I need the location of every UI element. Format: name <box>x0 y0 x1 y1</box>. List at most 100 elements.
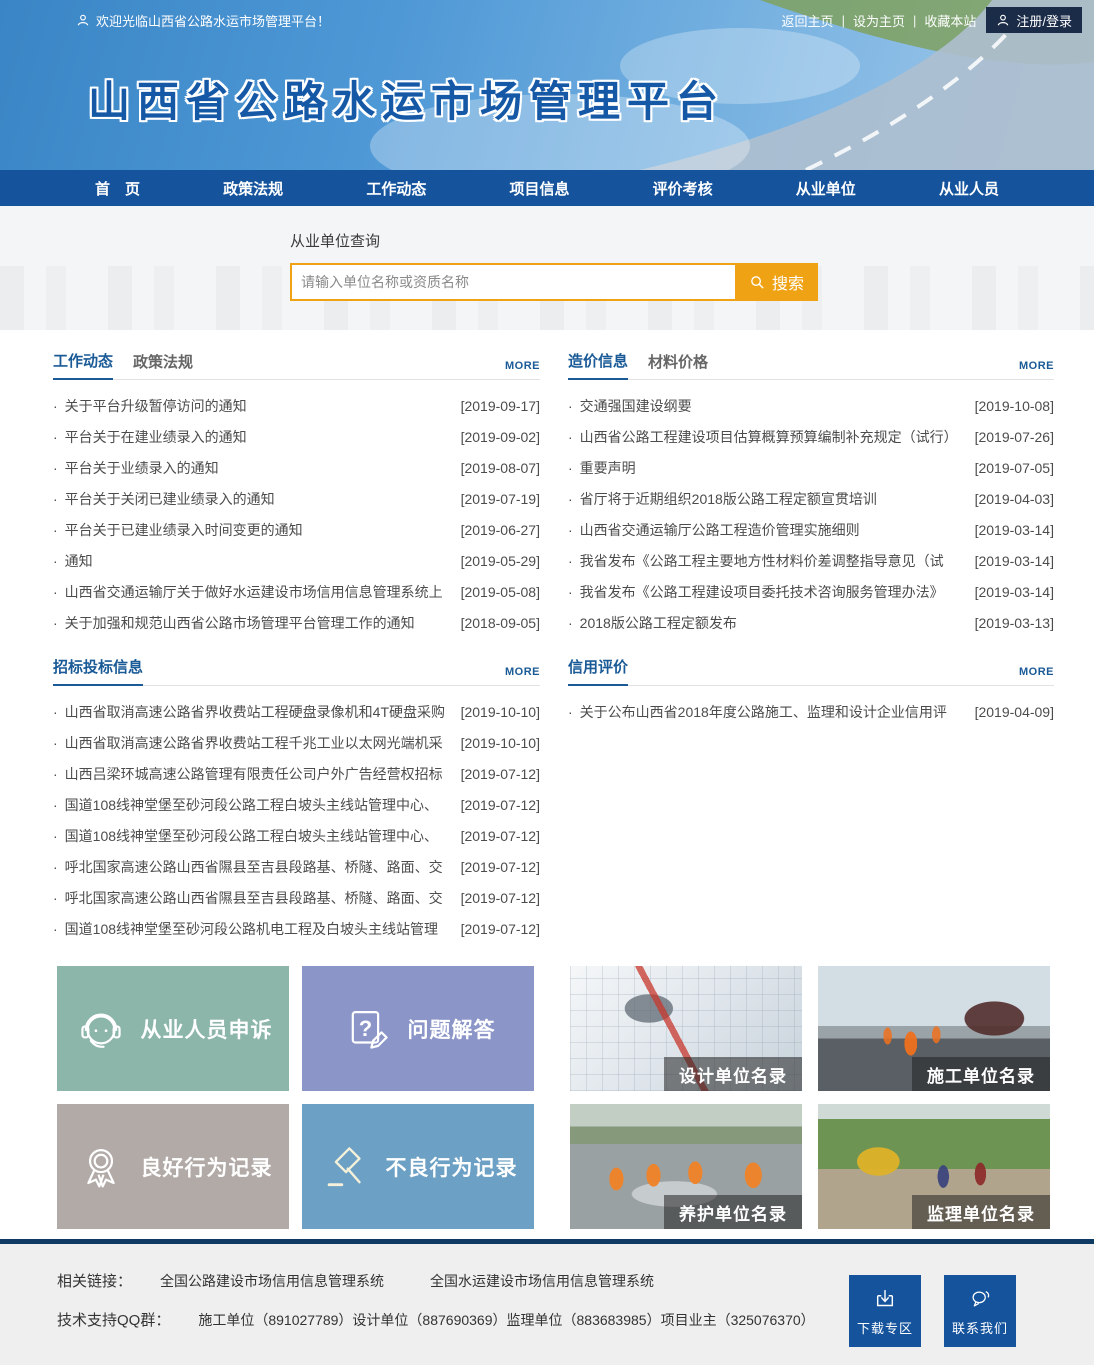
bullet: · <box>53 429 58 445</box>
item-title[interactable]: 关于平台升级暂停访问的通知 <box>65 396 453 416</box>
nav-item[interactable]: 从业人员 <box>939 178 999 199</box>
photo-tile-construction[interactable]: 施工单位名录 <box>818 966 1050 1091</box>
more-link[interactable]: MORE <box>505 360 540 379</box>
list-item[interactable]: ·国道108线神堂堡至砂河段公路工程白坡头主线站管理中心、[2019-07-12… <box>53 789 540 820</box>
item-title[interactable]: 关于公布山西省2018年度公路施工、监理和设计企业信用评 <box>580 702 967 722</box>
list-item[interactable]: ·关于加强和规范山西省公路市场管理平台管理工作的通知[2018-09-05] <box>53 607 540 638</box>
nav-item[interactable]: 工作动态 <box>366 178 426 199</box>
tile-label: 良好行为记录 <box>141 1152 273 1182</box>
list-item[interactable]: ·呼北国家高速公路山西省隰县至吉县段路基、桥隧、路面、交[2019-07-12] <box>53 882 540 913</box>
item-title[interactable]: 省厅将于近期组织2018版公路工程定额宣贯培训 <box>580 489 967 509</box>
list-item[interactable]: ·山西吕梁环城高速公路管理有限责任公司户外广告经营权招标[2019-07-12] <box>53 758 540 789</box>
list-item[interactable]: ·平台关于已建业绩录入时间变更的通知[2019-06-27] <box>53 514 540 545</box>
item-title[interactable]: 平台关于已建业绩录入时间变更的通知 <box>65 520 453 540</box>
bullet: · <box>53 398 58 414</box>
item-title[interactable]: 国道108线神堂堡至砂河段公路工程白坡头主线站管理中心、 <box>65 826 453 846</box>
list-item[interactable]: ·山西省取消高速公路省界收费站工程硬盘录像机和4T硬盘采购[2019-10-10… <box>53 696 540 727</box>
list-item[interactable]: ·平台关于业绩录入的通知[2019-08-07] <box>53 452 540 483</box>
unit-search-input[interactable] <box>290 263 735 301</box>
list-item[interactable]: ·山西省交通运输厅关于做好水运建设市场信用信息管理系统上[2019-05-08] <box>53 576 540 607</box>
photo-tile-design[interactable]: 设计单位名录 <box>570 966 802 1091</box>
section-tab[interactable]: 工作动态 <box>53 350 113 380</box>
action-tiles: 从业人员申诉?问题解答良好行为记录不良行为记录 <box>57 966 534 1229</box>
list-item[interactable]: ·平台关于关闭已建业绩录入的通知[2019-07-19] <box>53 483 540 514</box>
photo-tile-supervision[interactable]: 监理单位名录 <box>818 1104 1050 1229</box>
item-title[interactable]: 2018版公路工程定额发布 <box>580 613 967 633</box>
nav-item[interactable]: 项目信息 <box>509 178 569 199</box>
nav-item[interactable]: 政策法规 <box>223 178 283 199</box>
svg-text:?: ? <box>358 1015 371 1040</box>
medal-icon <box>74 1140 128 1194</box>
item-title[interactable]: 山西省公路工程建设项目估算概算预算编制补充规定（试行） <box>580 427 967 447</box>
more-link[interactable]: MORE <box>1019 360 1054 379</box>
list-item[interactable]: ·国道108线神堂堡至砂河段公路工程白坡头主线站管理中心、[2019-07-12… <box>53 820 540 851</box>
download-zone-button[interactable]: 下载专区 <box>849 1275 921 1347</box>
item-title[interactable]: 国道108线神堂堡至砂河段公路工程白坡头主线站管理中心、 <box>65 795 453 815</box>
tile-bad-record[interactable]: 不良行为记录 <box>302 1104 534 1229</box>
topbar-link[interactable]: 返回主页 <box>782 11 834 30</box>
contact-us-button[interactable]: 联系我们 <box>944 1275 1016 1347</box>
photo-tile-maintenance[interactable]: 养护单位名录 <box>570 1104 802 1229</box>
item-title[interactable]: 呼北国家高速公路山西省隰县至吉县段路基、桥隧、路面、交 <box>65 857 453 877</box>
item-title[interactable]: 平台关于在建业绩录入的通知 <box>65 427 453 447</box>
bullet: · <box>568 491 573 507</box>
list-item[interactable]: ·省厅将于近期组织2018版公路工程定额宣贯培训[2019-04-03] <box>568 483 1054 514</box>
tile-worker-appeal[interactable]: 从业人员申诉 <box>57 966 289 1091</box>
list-item[interactable]: ·2018版公路工程定额发布[2019-03-13] <box>568 607 1054 638</box>
list-item[interactable]: ·关于公布山西省2018年度公路施工、监理和设计企业信用评[2019-04-09… <box>568 696 1054 727</box>
item-title[interactable]: 重要声明 <box>580 458 967 478</box>
item-title[interactable]: 呼北国家高速公路山西省隰县至吉县段路基、桥隧、路面、交 <box>65 888 453 908</box>
photo-tile-label: 养护单位名录 <box>664 1195 802 1229</box>
list-item[interactable]: ·通知[2019-05-29] <box>53 545 540 576</box>
list-item[interactable]: ·我省发布《公路工程主要地方性材料价差调整指导意见（试[2019-03-14] <box>568 545 1054 576</box>
list-item[interactable]: ·山西省交通运输厅公路工程造价管理实施细则[2019-03-14] <box>568 514 1054 545</box>
nav-item[interactable]: 首 页 <box>95 178 140 199</box>
item-title[interactable]: 我省发布《公路工程主要地方性材料价差调整指导意见（试 <box>580 551 967 571</box>
more-link[interactable]: MORE <box>1019 666 1054 685</box>
topbar-link[interactable]: 收藏本站 <box>924 11 976 30</box>
list-item[interactable]: ·山西省公路工程建设项目估算概算预算编制补充规定（试行）[2019-07-26] <box>568 421 1054 452</box>
list-item[interactable]: ·国道108线神堂堡至砂河段公路机电工程及白坡头主线站管理[2019-07-12… <box>53 913 540 944</box>
section-tab[interactable]: 招标投标信息 <box>53 656 143 686</box>
bullet: · <box>53 921 58 937</box>
welcome-text: 欢迎光临山西省公路水运市场管理平台！ <box>96 11 330 30</box>
item-date: [2019-07-12] <box>461 766 540 782</box>
search-icon <box>749 274 766 291</box>
related-link[interactable]: 全国公路建设市场信用信息管理系统 <box>160 1273 384 1289</box>
nav-item[interactable]: 从业单位 <box>796 178 856 199</box>
related-link[interactable]: 全国水运建设市场信用信息管理系统 <box>430 1273 654 1289</box>
item-title[interactable]: 山西吕梁环城高速公路管理有限责任公司户外广告经营权招标 <box>65 764 453 784</box>
topbar-link[interactable]: 设为主页 <box>853 11 905 30</box>
list-item[interactable]: ·山西省取消高速公路省界收费站工程千兆工业以太网光端机采[2019-10-10] <box>53 727 540 758</box>
item-title[interactable]: 国道108线神堂堡至砂河段公路机电工程及白坡头主线站管理 <box>65 919 453 939</box>
nav-item[interactable]: 评价考核 <box>653 178 713 199</box>
item-date: [2019-06-27] <box>461 522 540 538</box>
list-item[interactable]: ·关于平台升级暂停访问的通知[2019-09-17] <box>53 390 540 421</box>
more-link[interactable]: MORE <box>505 666 540 685</box>
item-title[interactable]: 山西省交通运输厅关于做好水运建设市场信用信息管理系统上 <box>65 582 453 602</box>
section-tab[interactable]: 政策法规 <box>133 351 193 379</box>
list-item[interactable]: ·我省发布《公路工程建设项目委托技术咨询服务管理办法》[2019-03-14] <box>568 576 1054 607</box>
list-item[interactable]: ·交通强国建设纲要[2019-10-08] <box>568 390 1054 421</box>
item-title[interactable]: 山西省取消高速公路省界收费站工程千兆工业以太网光端机采 <box>65 733 453 753</box>
section-tab[interactable]: 造价信息 <box>568 350 628 380</box>
tile-good-record[interactable]: 良好行为记录 <box>57 1104 289 1229</box>
list-item[interactable]: · 平台关于在建业绩录入的通知 [2019-09-02] <box>53 421 540 452</box>
item-title[interactable]: 我省发布《公路工程建设项目委托技术咨询服务管理办法》 <box>580 582 967 602</box>
item-title[interactable]: 通知 <box>65 551 453 571</box>
section-tab[interactable]: 材料价格 <box>648 351 708 379</box>
tile-qa[interactable]: ?问题解答 <box>302 966 534 1091</box>
item-title[interactable]: 平台关于关闭已建业绩录入的通知 <box>65 489 453 509</box>
item-title[interactable]: 关于加强和规范山西省公路市场管理平台管理工作的通知 <box>65 613 453 633</box>
list-item[interactable]: ·重要声明[2019-07-05] <box>568 452 1054 483</box>
register-login-button[interactable]: 注册/登录 <box>986 7 1082 33</box>
section-bidding-info: 招标投标信息 MORE ·山西省取消高速公路省界收费站工程硬盘录像机和4T硬盘采… <box>53 656 540 944</box>
item-date: [2019-09-02] <box>461 429 540 445</box>
list-item[interactable]: ·呼北国家高速公路山西省隰县至吉县段路基、桥隧、路面、交[2019-07-12] <box>53 851 540 882</box>
item-title[interactable]: 平台关于业绩录入的通知 <box>65 458 453 478</box>
item-title[interactable]: 山西省取消高速公路省界收费站工程硬盘录像机和4T硬盘采购 <box>65 702 453 722</box>
search-button[interactable]: 搜索 <box>735 263 818 301</box>
item-title[interactable]: 山西省交通运输厅公路工程造价管理实施细则 <box>580 520 967 540</box>
item-title[interactable]: 交通强国建设纲要 <box>580 396 967 416</box>
section-tab[interactable]: 信用评价 <box>568 656 628 686</box>
